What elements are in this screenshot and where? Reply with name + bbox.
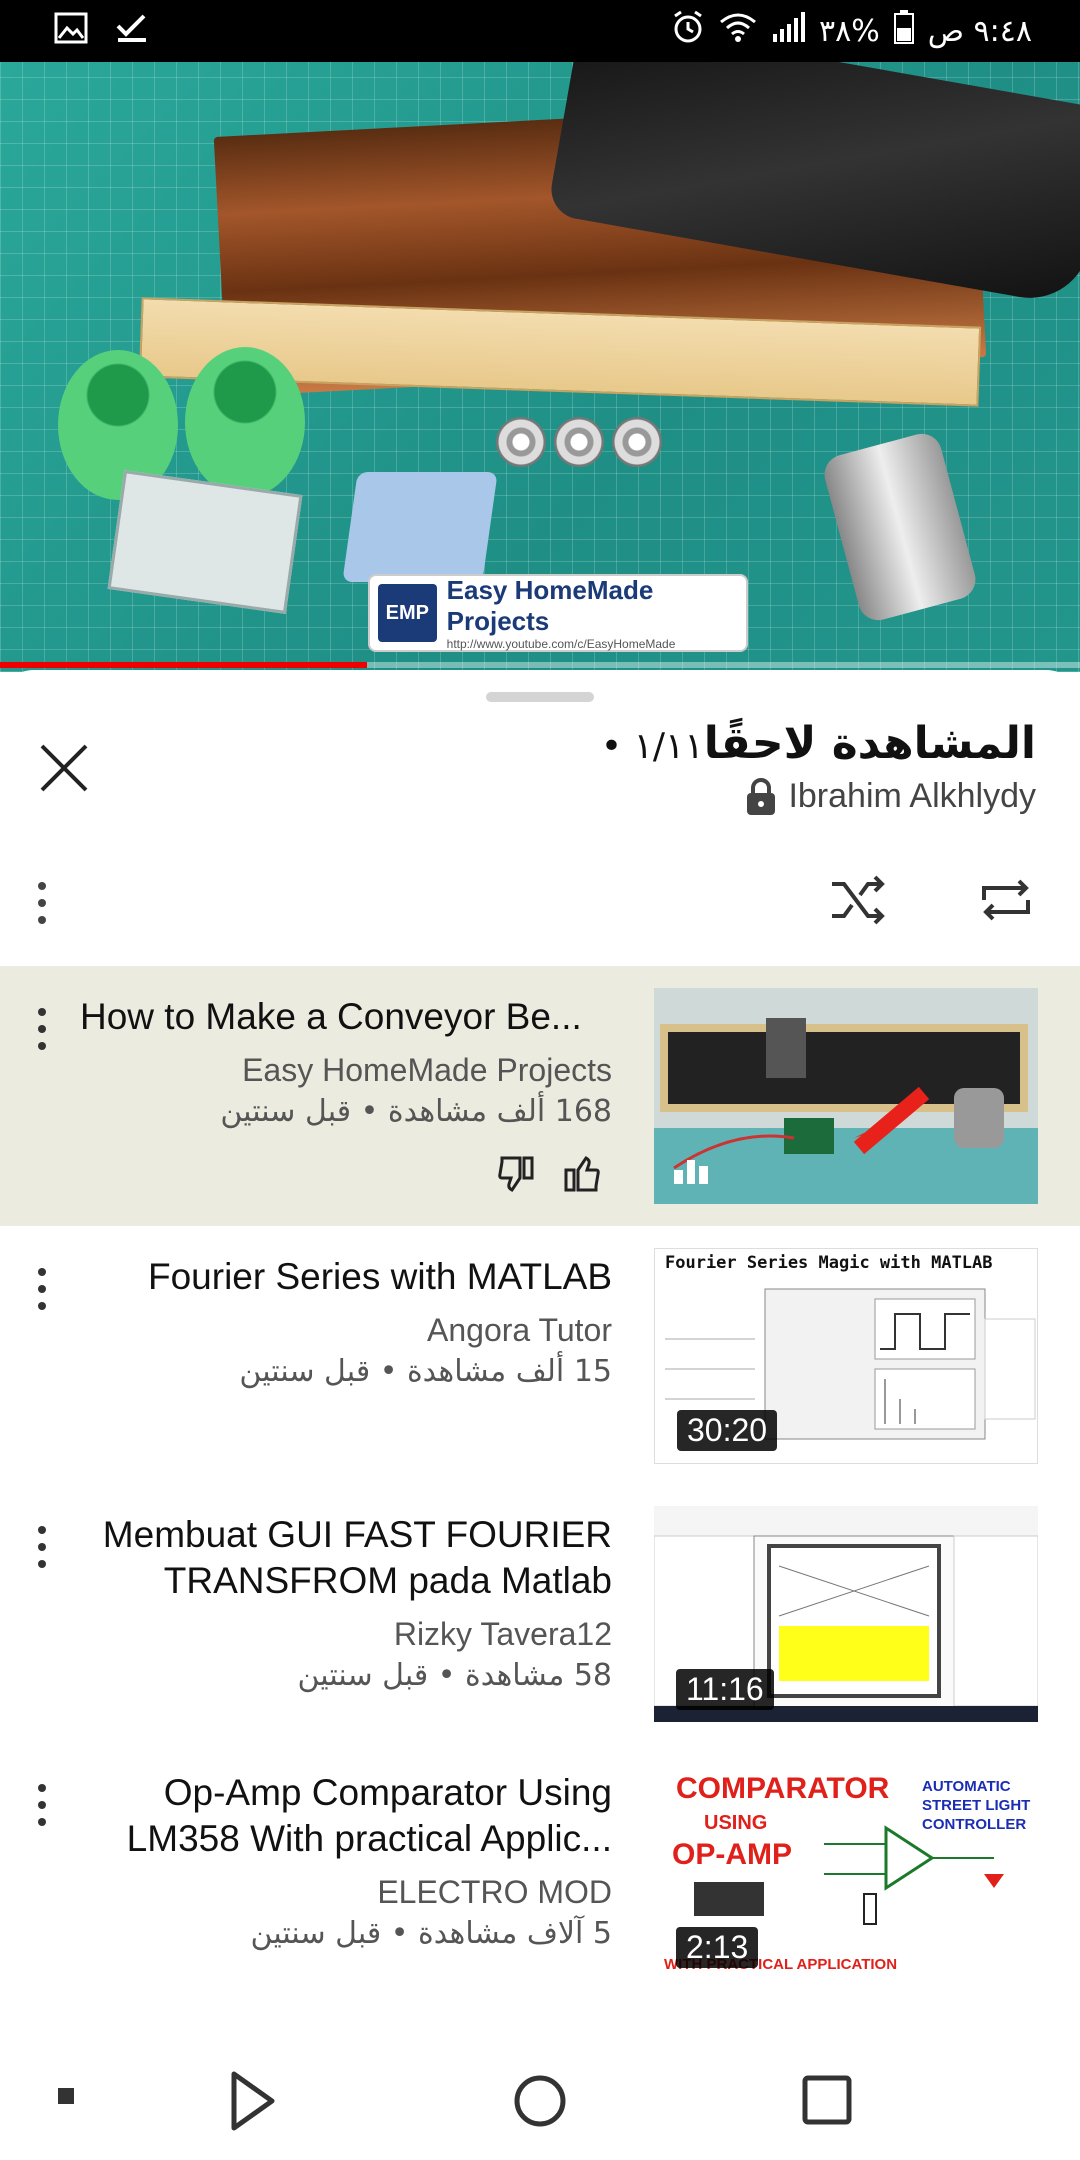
clock: ٩:٤٨ ص bbox=[927, 13, 1032, 49]
item-thumbnail[interactable]: 11:16 bbox=[654, 1506, 1038, 1722]
logo-text: Easy HomeMade Projects bbox=[446, 575, 654, 636]
duration-badge: 30:20 bbox=[677, 1410, 778, 1451]
item-title: Fourier Series with MATLAB bbox=[148, 1256, 612, 1297]
playlist-owner: Ibrahim Alkhlydy bbox=[744, 776, 1036, 816]
system-nav-bar bbox=[0, 2030, 1080, 2160]
item-info: How to Make a Conveyor Be... Easy HomeMa… bbox=[80, 994, 612, 1132]
video-player[interactable]: EMP Easy HomeMade Projects http://www.yo… bbox=[0, 62, 1080, 672]
home-icon[interactable] bbox=[514, 2075, 566, 2127]
item-channel: Easy HomeMade Projects bbox=[242, 1052, 612, 1088]
more-vert-icon bbox=[38, 1526, 46, 1568]
item-thumbnail[interactable] bbox=[654, 988, 1038, 1204]
item-info: Fourier Series with MATLAB Angora Tutor … bbox=[80, 1254, 612, 1392]
playlist-item[interactable]: Membuat GUI FAST FOURIER TRANSFROM pada … bbox=[0, 1484, 1080, 1742]
nav-dot-icon[interactable] bbox=[58, 2088, 74, 2104]
item-meta: 15 ألف مشاهدة • قبل سنتين bbox=[239, 1354, 612, 1389]
thumbnail-motor bbox=[820, 429, 980, 625]
playlist-item[interactable]: Fourier Series with MATLAB Angora Tutor … bbox=[0, 1226, 1080, 1484]
video-progress-fill bbox=[0, 662, 368, 668]
playlist-item[interactable]: How to Make a Conveyor Be... Easy HomeMa… bbox=[0, 966, 1080, 1226]
shuffle-button[interactable] bbox=[828, 870, 888, 930]
playlist-controls bbox=[0, 850, 1080, 950]
logo-url: http://www.youtube.com/c/EasyHomeMade bbox=[446, 637, 676, 651]
thumbnail-bearing bbox=[612, 417, 662, 467]
play-nav-icon[interactable] bbox=[231, 2071, 275, 2131]
duration-badge: 2:13 bbox=[676, 1927, 759, 1968]
more-vert-icon bbox=[38, 1268, 46, 1310]
item-info: Op-Amp Comparator Using LM358 With pract… bbox=[80, 1770, 612, 1954]
item-meta: 5 آلاف مشاهدة • قبل سنتين bbox=[250, 1916, 612, 1951]
like-button[interactable] bbox=[562, 1154, 602, 1199]
playlist-position: ١/١١ bbox=[633, 726, 704, 767]
duration-badge: 11:16 bbox=[676, 1669, 774, 1710]
thumbnail-plate bbox=[342, 472, 498, 582]
item-channel: Angora Tutor bbox=[427, 1312, 612, 1348]
thumbnail-circuit-board bbox=[107, 470, 303, 614]
thumbnail-caption: Fourier Series Magic with MATLAB bbox=[665, 1253, 993, 1273]
recents-icon[interactable] bbox=[802, 2075, 852, 2125]
lock-icon bbox=[744, 776, 778, 816]
item-more-button[interactable] bbox=[30, 1004, 54, 1054]
signal-icon bbox=[771, 12, 805, 50]
item-more-button[interactable] bbox=[30, 1264, 54, 1314]
more-vert-icon bbox=[38, 882, 46, 924]
channel-logo-banner: EMP Easy HomeMade Projects http://www.yo… bbox=[368, 574, 748, 652]
item-thumbnail[interactable]: Fourier Series Magic with MATLAB 30:20 bbox=[654, 1248, 1038, 1464]
drag-handle[interactable] bbox=[486, 692, 594, 702]
item-more-button[interactable] bbox=[30, 1522, 54, 1572]
rating-row bbox=[496, 1154, 602, 1199]
playlist-item[interactable]: Op-Amp Comparator Using LM358 With pract… bbox=[0, 1742, 1080, 2000]
item-channel: ELECTRO MOD bbox=[377, 1874, 612, 1910]
shuffle-icon bbox=[832, 875, 885, 925]
owner-name: Ibrahim Alkhlydy bbox=[788, 776, 1036, 815]
item-channel: Rizky Tavera12 bbox=[393, 1616, 612, 1652]
battery-percent: ٣٨% bbox=[818, 13, 880, 49]
thumbnail-bearing bbox=[496, 417, 546, 467]
dot-separator: • bbox=[600, 726, 634, 767]
thumbnail-bearing bbox=[554, 417, 604, 467]
playlist-items: How to Make a Conveyor Be... Easy HomeMa… bbox=[0, 966, 1080, 2000]
item-meta: 58 مشاهدة • قبل سنتين bbox=[297, 1658, 612, 1693]
check-icon bbox=[114, 12, 150, 49]
gallery-icon bbox=[54, 12, 88, 49]
thumbs-up-icon bbox=[564, 1156, 600, 1192]
playlist-title: المشاهدة لاحقًا١/١١ • bbox=[601, 718, 1036, 769]
thumbnail-tube bbox=[185, 347, 305, 497]
item-title: Op-Amp Comparator Using LM358 With pract… bbox=[126, 1772, 612, 1859]
item-more-button[interactable] bbox=[30, 1780, 54, 1830]
emp-logo: EMP bbox=[378, 584, 437, 642]
now-playing-icon bbox=[674, 1154, 709, 1184]
repeat-icon bbox=[982, 879, 1030, 921]
close-icon bbox=[40, 744, 88, 792]
item-meta: 168 ألف مشاهدة • قبل سنتين bbox=[220, 1094, 612, 1129]
dislike-button[interactable] bbox=[496, 1154, 536, 1199]
close-button[interactable] bbox=[34, 738, 94, 798]
playlist-panel: المشاهدة لاحقًا١/١١ • Ibrahim Alkhlydy H… bbox=[0, 670, 1080, 2030]
more-vert-icon bbox=[38, 1784, 46, 1826]
item-title: How to Make a Conveyor Be... bbox=[80, 996, 582, 1037]
video-progress-bar[interactable] bbox=[0, 662, 1080, 668]
repeat-button[interactable] bbox=[976, 870, 1036, 930]
playlist-more-button[interactable] bbox=[30, 878, 54, 928]
item-title: Membuat GUI FAST FOURIER TRANSFROM pada … bbox=[102, 1514, 612, 1601]
battery-icon bbox=[893, 10, 914, 52]
alarm-icon bbox=[671, 10, 705, 52]
item-thumbnail[interactable]: COMPARATOR USING OP-AMP AUTOMATIC STREET… bbox=[654, 1764, 1038, 1980]
thumbs-down-icon bbox=[498, 1156, 534, 1192]
playlist-title-text: المشاهدة لاحقًا bbox=[703, 718, 1036, 769]
more-vert-icon bbox=[38, 1008, 46, 1050]
item-info: Membuat GUI FAST FOURIER TRANSFROM pada … bbox=[80, 1512, 612, 1696]
status-bar: ٣٨% ٩:٤٨ ص bbox=[0, 0, 1080, 62]
wifi-icon bbox=[719, 12, 757, 50]
